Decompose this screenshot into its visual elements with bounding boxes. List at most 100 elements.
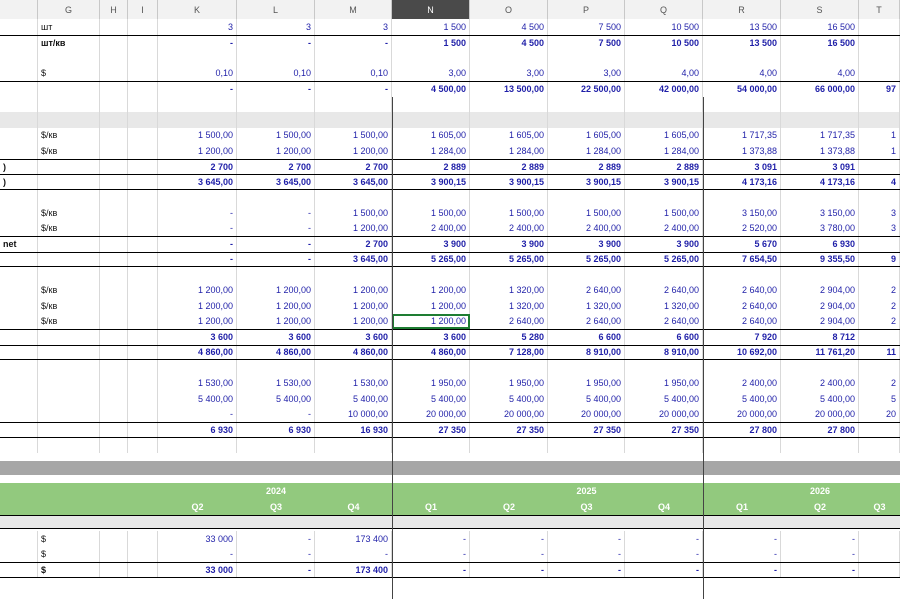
- data-cell[interactable]: -: [625, 563, 703, 577]
- data-cell[interactable]: 2 640,00: [703, 298, 781, 314]
- data-cell[interactable]: 173 400: [315, 563, 392, 577]
- data-cell[interactable]: 1 200,00: [158, 282, 237, 298]
- unit-cell[interactable]: [38, 345, 100, 359]
- data-cell[interactable]: 6 930: [237, 423, 315, 437]
- cell-h[interactable]: [100, 220, 128, 236]
- cell-i[interactable]: [128, 546, 158, 562]
- row-label[interactable]: [0, 345, 38, 359]
- data-cell[interactable]: 9: [859, 252, 900, 266]
- cell-h[interactable]: [100, 282, 128, 298]
- data-cell[interactable]: -: [548, 546, 625, 562]
- data-cell[interactable]: 1 500: [392, 35, 470, 50]
- data-cell[interactable]: 1 200,00: [158, 298, 237, 314]
- data-cell[interactable]: 6 930: [158, 423, 237, 437]
- data-cell[interactable]: [781, 112, 859, 128]
- cell-i[interactable]: [128, 391, 158, 407]
- data-cell[interactable]: 1 200,00: [315, 298, 392, 314]
- cell-h[interactable]: [100, 406, 128, 422]
- unit-cell[interactable]: $/кв: [38, 127, 100, 143]
- data-cell[interactable]: 1: [859, 127, 900, 143]
- column-header-k[interactable]: K: [158, 0, 237, 19]
- cell-h[interactable]: [100, 65, 128, 81]
- data-cell[interactable]: -: [158, 252, 237, 266]
- data-cell[interactable]: 1 200,00: [237, 282, 315, 298]
- data-cell[interactable]: 5 280: [470, 330, 548, 345]
- data-cell[interactable]: 5 265,00: [625, 252, 703, 266]
- data-cell[interactable]: [158, 112, 237, 128]
- column-header-t[interactable]: T: [859, 0, 900, 19]
- data-cell[interactable]: 1 500,00: [470, 205, 548, 221]
- data-cell[interactable]: 9 355,50: [781, 252, 859, 266]
- data-cell[interactable]: [703, 360, 781, 376]
- cell-h[interactable]: [100, 546, 128, 562]
- row-label[interactable]: [0, 220, 38, 236]
- data-cell[interactable]: 33 000: [158, 563, 237, 577]
- data-cell[interactable]: [237, 50, 315, 66]
- data-cell[interactable]: 13 500: [703, 35, 781, 50]
- data-cell[interactable]: 27 800: [703, 423, 781, 437]
- data-cell[interactable]: 3 091: [781, 159, 859, 174]
- data-cell[interactable]: -: [470, 563, 548, 577]
- cell-h[interactable]: [100, 96, 128, 112]
- unit-cell[interactable]: шт: [38, 19, 100, 35]
- data-cell[interactable]: 5 400,00: [781, 391, 859, 407]
- data-cell[interactable]: 3,00: [470, 65, 548, 81]
- row-label[interactable]: [0, 65, 38, 81]
- data-cell[interactable]: [237, 360, 315, 376]
- data-cell[interactable]: [703, 189, 781, 205]
- data-cell[interactable]: 27 350: [392, 423, 470, 437]
- data-cell[interactable]: 20 000,00: [625, 406, 703, 422]
- cell-i[interactable]: [128, 423, 158, 437]
- data-cell[interactable]: [315, 360, 392, 376]
- data-cell[interactable]: 1 530,00: [237, 375, 315, 391]
- data-cell[interactable]: -: [470, 546, 548, 562]
- data-cell[interactable]: 4 500: [470, 35, 548, 50]
- data-cell[interactable]: 16 500: [781, 35, 859, 50]
- data-cell[interactable]: 20 000,00: [392, 406, 470, 422]
- cell-h[interactable]: [100, 189, 128, 205]
- column-header-hidden[interactable]: [0, 0, 38, 19]
- data-cell[interactable]: 7 500: [548, 19, 625, 35]
- cell-i[interactable]: [128, 345, 158, 359]
- data-cell[interactable]: [315, 96, 392, 112]
- data-cell[interactable]: 0,10: [315, 65, 392, 81]
- unit-cell[interactable]: [38, 267, 100, 283]
- data-cell[interactable]: 1 373,88: [781, 143, 859, 159]
- data-cell[interactable]: [625, 437, 703, 453]
- data-cell[interactable]: 1 200,00: [392, 282, 470, 298]
- data-cell[interactable]: -: [158, 406, 237, 422]
- data-cell[interactable]: 3 600: [158, 330, 237, 345]
- data-cell[interactable]: 1 530,00: [158, 375, 237, 391]
- row-label[interactable]: [0, 252, 38, 266]
- data-cell[interactable]: -: [237, 531, 315, 547]
- unit-cell[interactable]: $/кв: [38, 220, 100, 236]
- column-header-s[interactable]: S: [781, 0, 859, 19]
- data-cell[interactable]: 4,00: [625, 65, 703, 81]
- cell-i[interactable]: [128, 237, 158, 252]
- data-cell[interactable]: 2 520,00: [703, 220, 781, 236]
- data-cell[interactable]: -: [237, 82, 315, 97]
- data-cell[interactable]: 6 600: [625, 330, 703, 345]
- data-cell[interactable]: 11 761,20: [781, 345, 859, 359]
- row-label[interactable]: [0, 205, 38, 221]
- data-cell[interactable]: 2 400,00: [392, 220, 470, 236]
- data-cell[interactable]: 1 500: [392, 19, 470, 35]
- data-cell[interactable]: 33 000: [158, 531, 237, 547]
- data-cell[interactable]: 1 530,00: [315, 375, 392, 391]
- data-cell[interactable]: -: [158, 546, 237, 562]
- data-cell[interactable]: 97: [859, 82, 900, 97]
- data-cell[interactable]: -: [392, 531, 470, 547]
- data-cell[interactable]: 3 600: [237, 330, 315, 345]
- data-cell[interactable]: 5 400,00: [625, 391, 703, 407]
- cell-i[interactable]: [128, 282, 158, 298]
- data-cell[interactable]: [158, 50, 237, 66]
- cell-i[interactable]: [128, 189, 158, 205]
- data-cell[interactable]: 1 950,00: [392, 375, 470, 391]
- cell-h[interactable]: [100, 82, 128, 97]
- data-cell[interactable]: 2 400,00: [781, 375, 859, 391]
- data-cell[interactable]: 4,00: [703, 65, 781, 81]
- data-cell[interactable]: 4 500,00: [392, 82, 470, 97]
- data-cell[interactable]: 2: [859, 313, 900, 329]
- data-cell[interactable]: 3,00: [548, 65, 625, 81]
- data-cell[interactable]: [158, 437, 237, 453]
